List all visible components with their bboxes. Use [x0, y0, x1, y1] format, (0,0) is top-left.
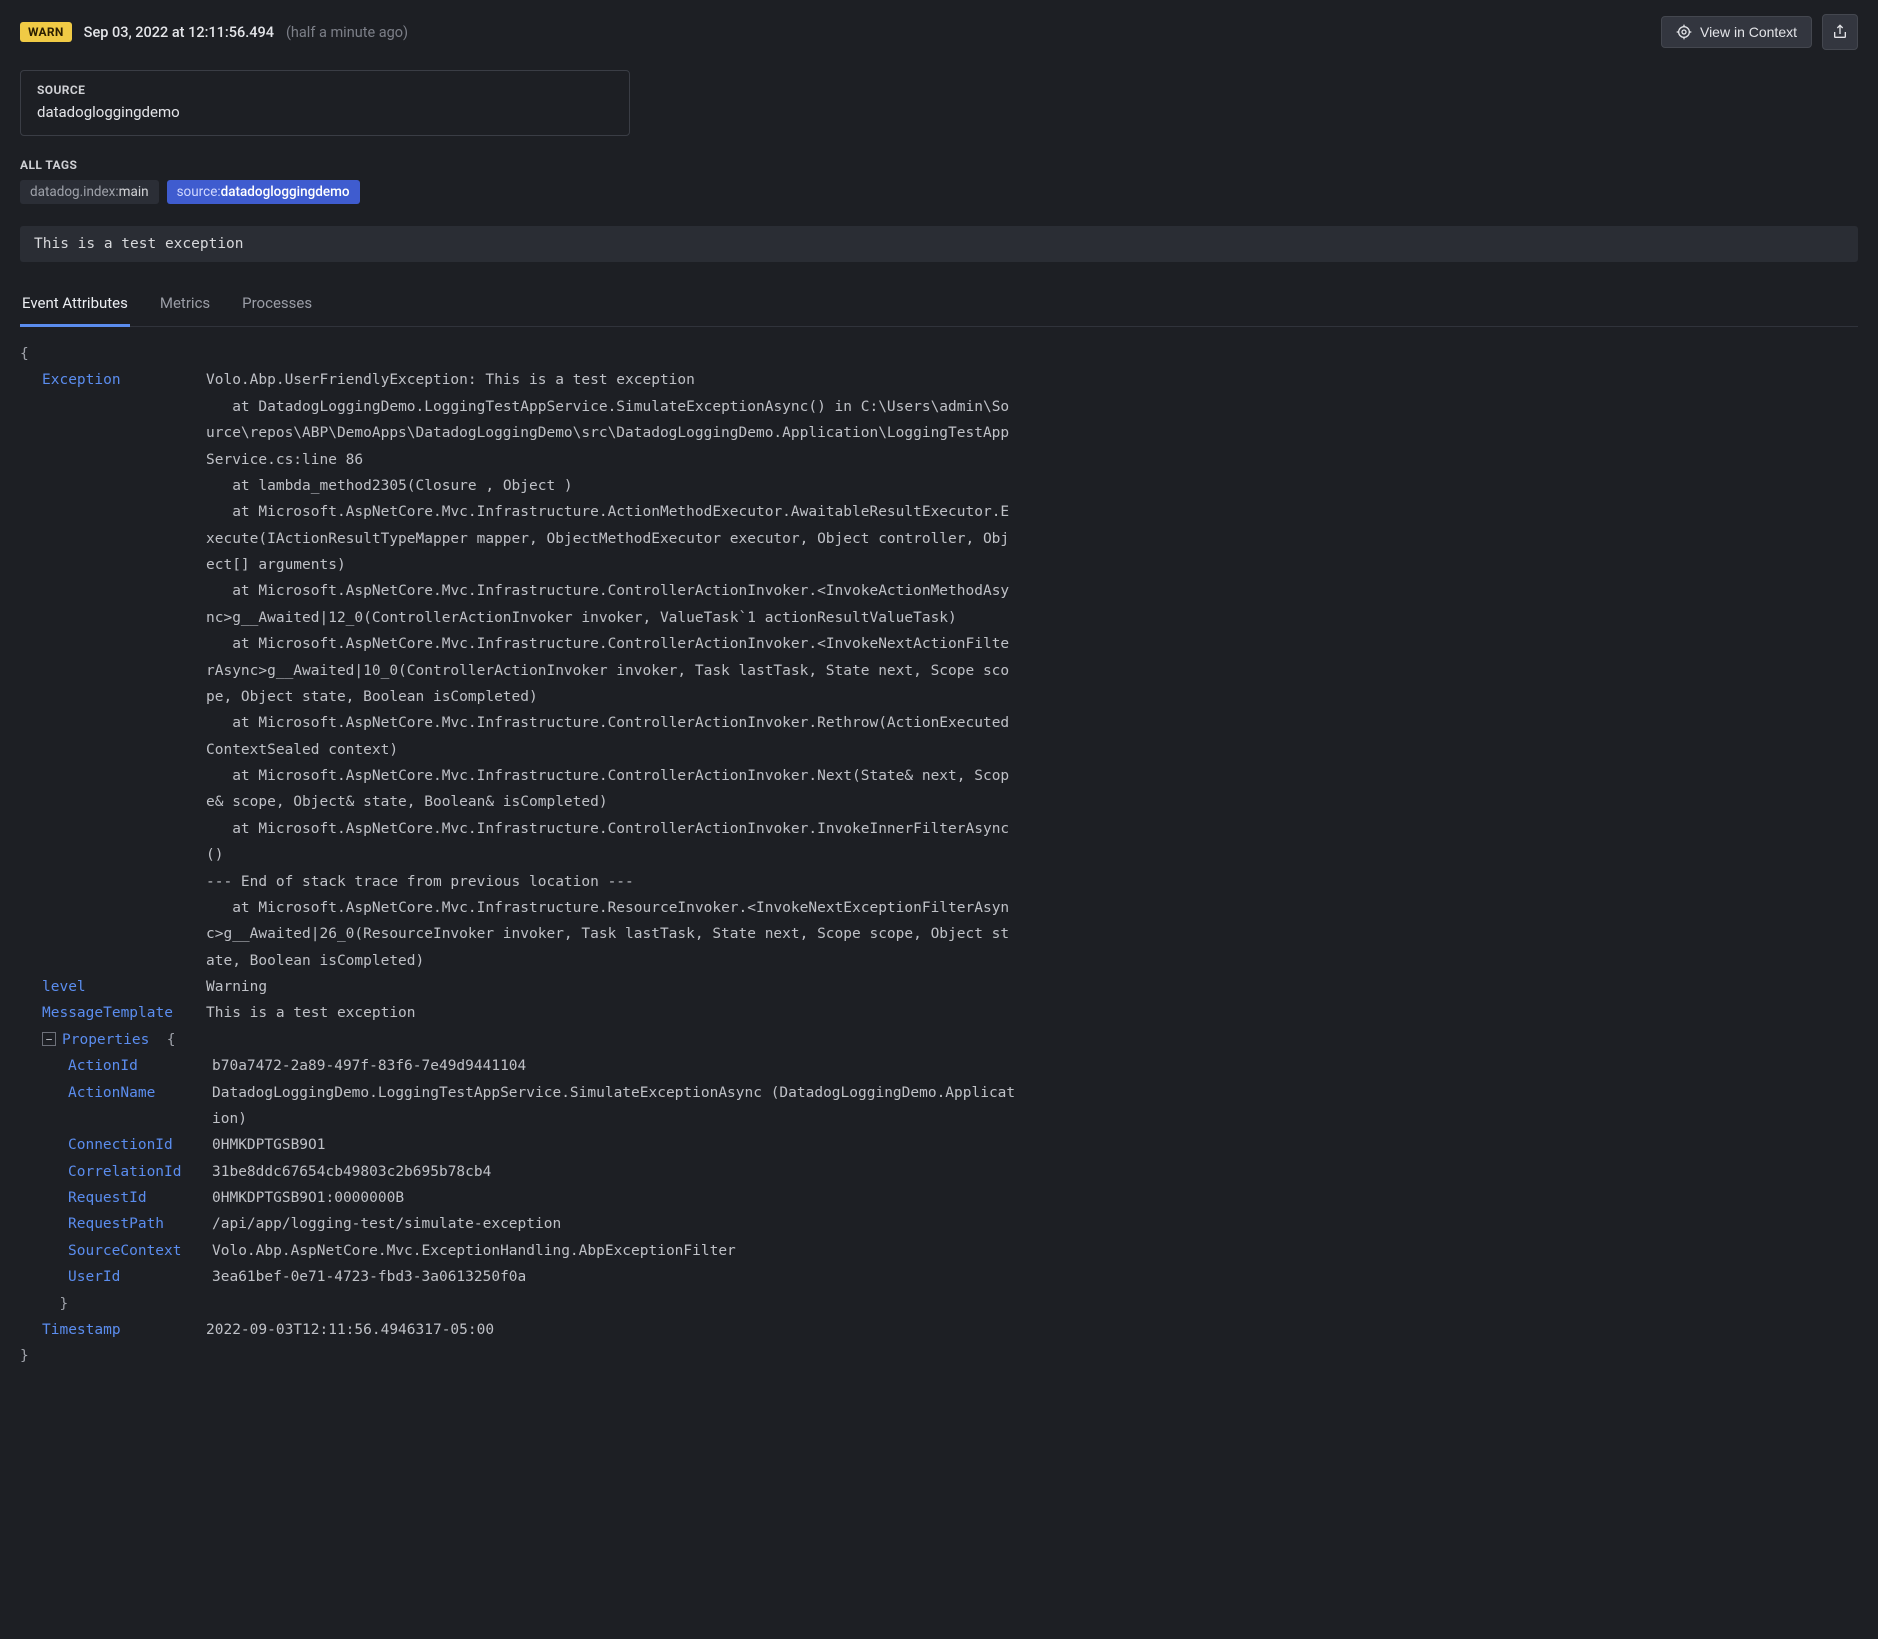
attr-value: b70a7472-2a89-497f-83f6-7e49d9441104	[212, 1053, 526, 1079]
attr-key: UserId	[68, 1264, 212, 1290]
header-left: WARN Sep 03, 2022 at 12:11:56.494 (half …	[20, 22, 408, 42]
attr-key-properties: Properties	[62, 1027, 149, 1053]
brace-open: {	[149, 1027, 175, 1053]
tag-key: datadog.index:	[30, 184, 119, 200]
attr-value: 0HMKDPTGSB9O1	[212, 1132, 326, 1158]
attr-row-exception[interactable]: Exception Volo.Abp.UserFriendlyException…	[20, 367, 1858, 974]
all-tags-label: ALL TAGS	[20, 158, 1858, 172]
attr-row-properties-header[interactable]: − Properties {	[20, 1027, 1858, 1053]
tag-value: datadogloggingdemo	[221, 184, 350, 200]
attr-key: RequestId	[68, 1185, 212, 1211]
attr-key: Exception	[42, 367, 206, 393]
attr-value: 0HMKDPTGSB9O1:0000000B	[212, 1185, 404, 1211]
target-icon	[1676, 24, 1692, 40]
collapse-toggle-icon[interactable]: −	[42, 1032, 56, 1046]
tab-metrics[interactable]: Metrics	[158, 286, 212, 327]
attr-key: level	[42, 974, 206, 1000]
attr-value: 31be8ddc67654cb49803c2b695b78cb4	[212, 1159, 491, 1185]
attr-key: MessageTemplate	[42, 1000, 206, 1026]
view-in-context-button[interactable]: View in Context	[1661, 16, 1812, 48]
view-in-context-label: View in Context	[1700, 24, 1797, 40]
tag-datadog-index[interactable]: datadog.index:main	[20, 180, 159, 204]
prop-row-connectionid[interactable]: ConnectionId 0HMKDPTGSB9O1	[20, 1132, 1858, 1158]
tab-processes[interactable]: Processes	[240, 286, 314, 327]
attr-value-messagetemplate: This is a test exception	[206, 1000, 416, 1026]
prop-row-sourcecontext[interactable]: SourceContext Volo.Abp.AspNetCore.Mvc.Ex…	[20, 1238, 1858, 1264]
prop-row-correlationid[interactable]: CorrelationId 31be8ddc67654cb49803c2b695…	[20, 1159, 1858, 1185]
detail-tabs: Event Attributes Metrics Processes	[20, 286, 1858, 327]
attr-value: 3ea61bef-0e71-4723-fbd3-3a0613250f0a	[212, 1264, 526, 1290]
attr-value: /api/app/logging-test/simulate-exception	[212, 1211, 561, 1237]
attr-value: Volo.Abp.AspNetCore.Mvc.ExceptionHandlin…	[212, 1238, 736, 1264]
level-badge: WARN	[20, 22, 72, 42]
prop-row-actionid[interactable]: ActionId b70a7472-2a89-497f-83f6-7e49d94…	[20, 1053, 1858, 1079]
log-message: This is a test exception	[20, 226, 1858, 262]
brace-close: }	[20, 1343, 1858, 1369]
json-viewer: { Exception Volo.Abp.UserFriendlyExcepti…	[20, 341, 1858, 1370]
log-relative-time: (half a minute ago)	[286, 24, 408, 41]
brace-close: }	[20, 1291, 1858, 1317]
attr-value-exception: Volo.Abp.UserFriendlyException: This is …	[206, 367, 1016, 974]
share-button[interactable]	[1822, 14, 1858, 50]
tag-source[interactable]: source:datadogloggingdemo	[167, 180, 360, 204]
source-card: SOURCE datadogloggingdemo	[20, 70, 630, 136]
attr-row-messagetemplate[interactable]: MessageTemplate This is a test exception	[20, 1000, 1858, 1026]
attr-key: CorrelationId	[68, 1159, 212, 1185]
log-header: WARN Sep 03, 2022 at 12:11:56.494 (half …	[20, 14, 1858, 50]
header-actions: View in Context	[1661, 14, 1858, 50]
share-icon	[1832, 24, 1848, 40]
tags-row: datadog.index:main source:datadoglogging…	[20, 180, 1858, 204]
tab-event-attributes[interactable]: Event Attributes	[20, 286, 130, 327]
attr-key: ConnectionId	[68, 1132, 212, 1158]
source-value: datadogloggingdemo	[37, 103, 613, 121]
attr-value-timestamp: 2022-09-03T12:11:56.4946317-05:00	[206, 1317, 494, 1343]
attr-key: RequestPath	[68, 1211, 212, 1237]
prop-row-userid[interactable]: UserId 3ea61bef-0e71-4723-fbd3-3a0613250…	[20, 1264, 1858, 1290]
log-timestamp: Sep 03, 2022 at 12:11:56.494	[84, 24, 274, 41]
tag-value: main	[119, 184, 149, 200]
brace-open: {	[20, 341, 1858, 367]
prop-row-requestid[interactable]: RequestId 0HMKDPTGSB9O1:0000000B	[20, 1185, 1858, 1211]
attr-value-level: Warning	[206, 974, 267, 1000]
prop-row-actionname[interactable]: ActionName DatadogLoggingDemo.LoggingTes…	[20, 1080, 1858, 1133]
attr-key: ActionId	[68, 1053, 212, 1079]
attr-row-level[interactable]: level Warning	[20, 974, 1858, 1000]
attr-key: ActionName	[68, 1080, 212, 1106]
source-label: SOURCE	[37, 83, 613, 97]
attr-key: Timestamp	[42, 1317, 206, 1343]
attr-row-timestamp[interactable]: Timestamp 2022-09-03T12:11:56.4946317-05…	[20, 1317, 1858, 1343]
prop-row-requestpath[interactable]: RequestPath /api/app/logging-test/simula…	[20, 1211, 1858, 1237]
attr-key: SourceContext	[68, 1238, 212, 1264]
tag-key: source:	[177, 184, 221, 200]
attr-value: DatadogLoggingDemo.LoggingTestAppService…	[212, 1080, 1022, 1133]
